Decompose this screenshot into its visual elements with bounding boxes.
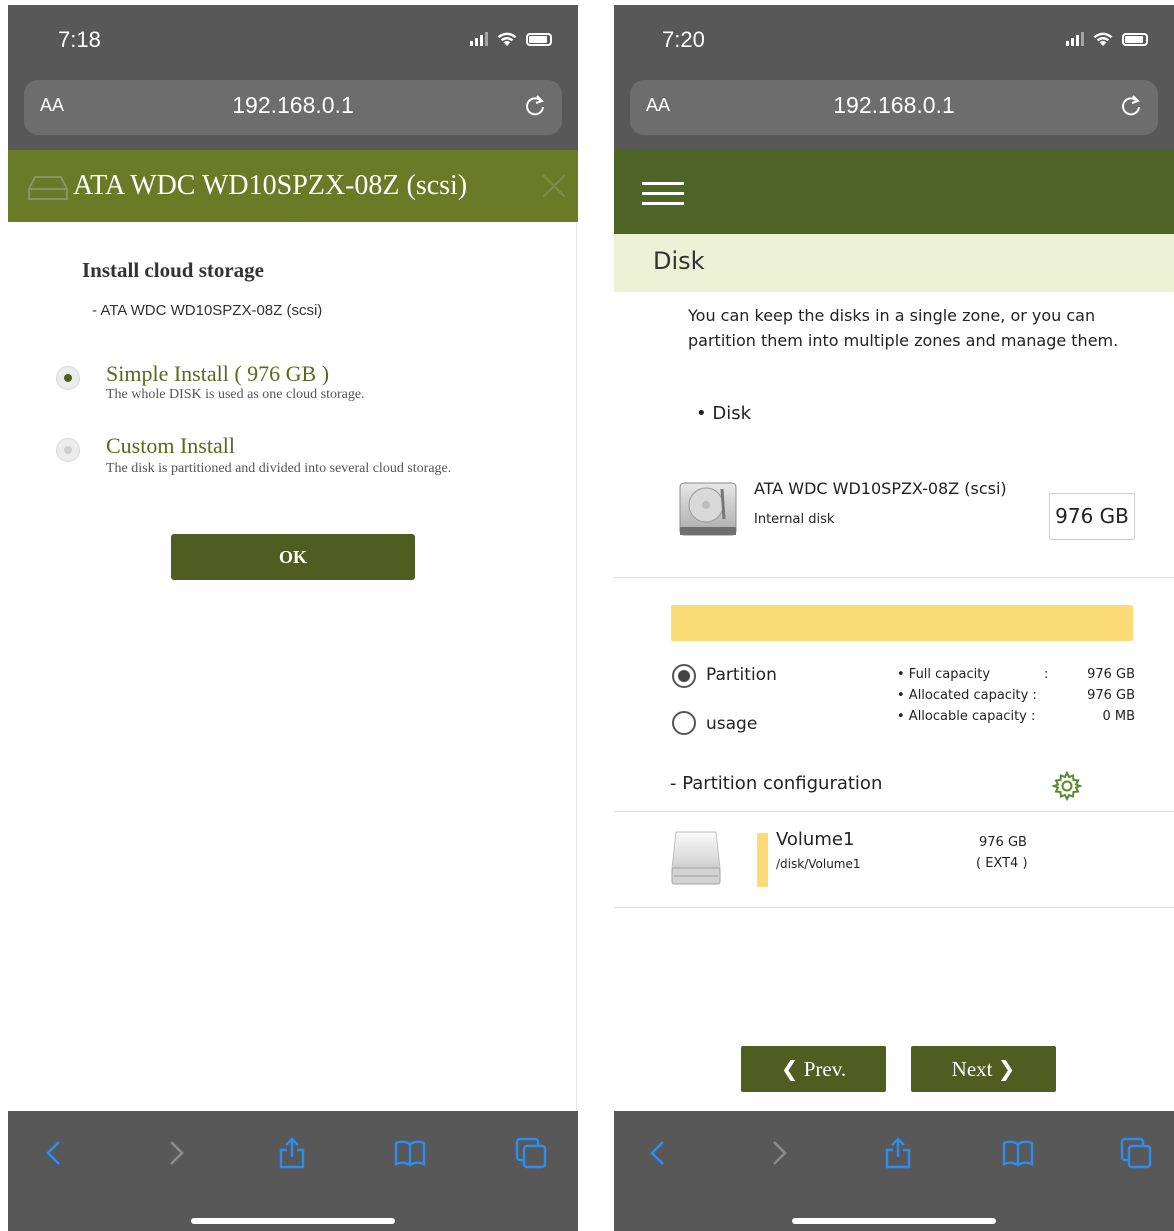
usage-bar-fill [671, 605, 1133, 641]
disk-name: ATA WDC WD10SPZX-08Z (scsi) [754, 479, 1007, 498]
usage-bar [671, 605, 1133, 641]
custom-install-description: The disk is partitioned and divided into… [106, 461, 452, 476]
volume-drive-icon [671, 831, 721, 885]
left-phone-screen: 7:18 AA 192.168.0.1 ATA WDC WD10SPZX-08Z… [8, 5, 578, 1231]
prev-label: Prev. [803, 1056, 847, 1081]
simple-install-radio[interactable] [56, 366, 80, 390]
browser-toolbar [614, 1111, 1174, 1231]
simple-install-option[interactable]: Simple Install ( 976 GB ) The whole DISK… [54, 361, 564, 411]
install-subheading: - ATA WDC WD10SPZX-08Z (scsi) [92, 302, 323, 319]
disk-bullet: • Disk [696, 403, 752, 424]
status-time: 7:18 [58, 27, 101, 52]
share-icon[interactable] [881, 1136, 915, 1170]
gear-icon[interactable] [1051, 770, 1083, 802]
back-icon[interactable] [38, 1136, 72, 1170]
right-phone-screen: 7:20 AA 192.168.0.1 Disk You can keep th… [614, 5, 1174, 1231]
partition-label[interactable]: Partition [706, 665, 777, 685]
disk-capacity: 976 GB [1049, 493, 1135, 540]
menu-icon[interactable] [642, 182, 684, 206]
bookmarks-icon[interactable] [393, 1136, 427, 1170]
next-button[interactable]: Next ❯ [911, 1046, 1056, 1092]
status-time: 7:20 [662, 27, 705, 52]
signal-icon [1066, 32, 1084, 46]
full-capacity-value: 976 GB [1087, 667, 1135, 682]
url-text[interactable]: 192.168.0.1 [24, 92, 562, 119]
address-bar[interactable]: AA 192.168.0.1 [630, 80, 1158, 135]
allocated-capacity-label: • Allocated capacity : [897, 688, 1037, 703]
divider [614, 811, 1174, 812]
wifi-icon [1093, 32, 1113, 46]
page-header: Disk [614, 234, 1174, 292]
reload-icon[interactable] [1118, 93, 1144, 119]
url-text[interactable]: 192.168.0.1 [630, 92, 1158, 119]
dialog-body [8, 222, 577, 1111]
bookmarks-icon[interactable] [1001, 1136, 1035, 1170]
simple-install-description: The whole DISK is used as one cloud stor… [106, 387, 365, 402]
install-heading: Install cloud storage [82, 258, 265, 282]
next-label: Next [951, 1056, 993, 1081]
forward-icon[interactable] [158, 1136, 192, 1170]
prev-button[interactable]: ❮ Prev. [741, 1046, 886, 1092]
close-icon[interactable] [540, 172, 568, 200]
home-indicator [191, 1218, 395, 1224]
volume-path: /disk/Volume1 [776, 857, 861, 871]
partition-config-label: - Partition configuration [670, 773, 883, 794]
custom-install-label[interactable]: Custom Install [106, 433, 235, 459]
volume-filesystem: ( EXT4 ) [976, 856, 1028, 871]
tabs-icon[interactable] [514, 1136, 548, 1170]
battery-icon [1122, 32, 1148, 46]
usage-label[interactable]: usage [706, 714, 757, 734]
usage-radio[interactable] [672, 711, 696, 735]
allocable-capacity-row: • Allocable capacity : 0 MB [897, 709, 1135, 730]
status-and-address-bar: 7:18 AA 192.168.0.1 [8, 5, 578, 150]
signal-icon [470, 32, 488, 46]
divider [614, 907, 1174, 908]
hard-drive-icon [28, 176, 68, 200]
allocable-capacity-value: 0 MB [1102, 709, 1135, 724]
wifi-icon [497, 32, 517, 46]
volume-name[interactable]: Volume1 [776, 829, 854, 850]
dialog-header: ATA WDC WD10SPZX-08Z (scsi) [8, 150, 578, 222]
status-icons [470, 31, 552, 47]
battery-icon [526, 32, 552, 46]
custom-install-radio[interactable] [56, 438, 80, 462]
full-capacity-row: • Full capacity : 976 GB [897, 667, 1135, 688]
volume-color-bar [757, 833, 768, 887]
divider [614, 577, 1174, 578]
back-icon[interactable] [642, 1136, 676, 1170]
full-capacity-separator: : [1044, 667, 1049, 682]
home-indicator [792, 1218, 996, 1224]
status-and-address-bar: 7:20 AA 192.168.0.1 [614, 5, 1174, 150]
status-icons [1066, 31, 1148, 47]
partition-radio[interactable] [672, 664, 696, 688]
forward-icon[interactable] [761, 1136, 795, 1170]
address-bar[interactable]: AA 192.168.0.1 [24, 80, 562, 135]
hard-disk-icon [679, 482, 737, 536]
dialog-title: ATA WDC WD10SPZX-08Z (scsi) [73, 170, 468, 201]
reload-icon[interactable] [522, 93, 548, 119]
share-icon[interactable] [275, 1136, 309, 1170]
volume-size: 976 GB [979, 835, 1027, 850]
allocable-capacity-label: • Allocable capacity : [897, 709, 1036, 724]
ok-button[interactable]: OK [171, 534, 415, 580]
app-nav-bar [614, 150, 1174, 234]
allocated-capacity-row: • Allocated capacity : 976 GB [897, 688, 1135, 709]
intro-text: You can keep the disks in a single zone,… [688, 306, 1119, 350]
browser-toolbar [8, 1111, 578, 1231]
chevron-right-icon: ❯ [997, 1056, 1016, 1081]
disk-type: Internal disk [754, 512, 835, 527]
full-capacity-label: • Full capacity [897, 667, 991, 682]
custom-install-option[interactable]: Custom Install The disk is partitioned a… [54, 433, 564, 503]
chevron-left-icon: ❮ [780, 1056, 799, 1081]
allocated-capacity-value: 976 GB [1087, 688, 1135, 703]
page-title: Disk [653, 247, 705, 275]
capacity-info: • Full capacity : 976 GB • Allocated cap… [897, 667, 1135, 730]
tabs-icon[interactable] [1119, 1136, 1153, 1170]
